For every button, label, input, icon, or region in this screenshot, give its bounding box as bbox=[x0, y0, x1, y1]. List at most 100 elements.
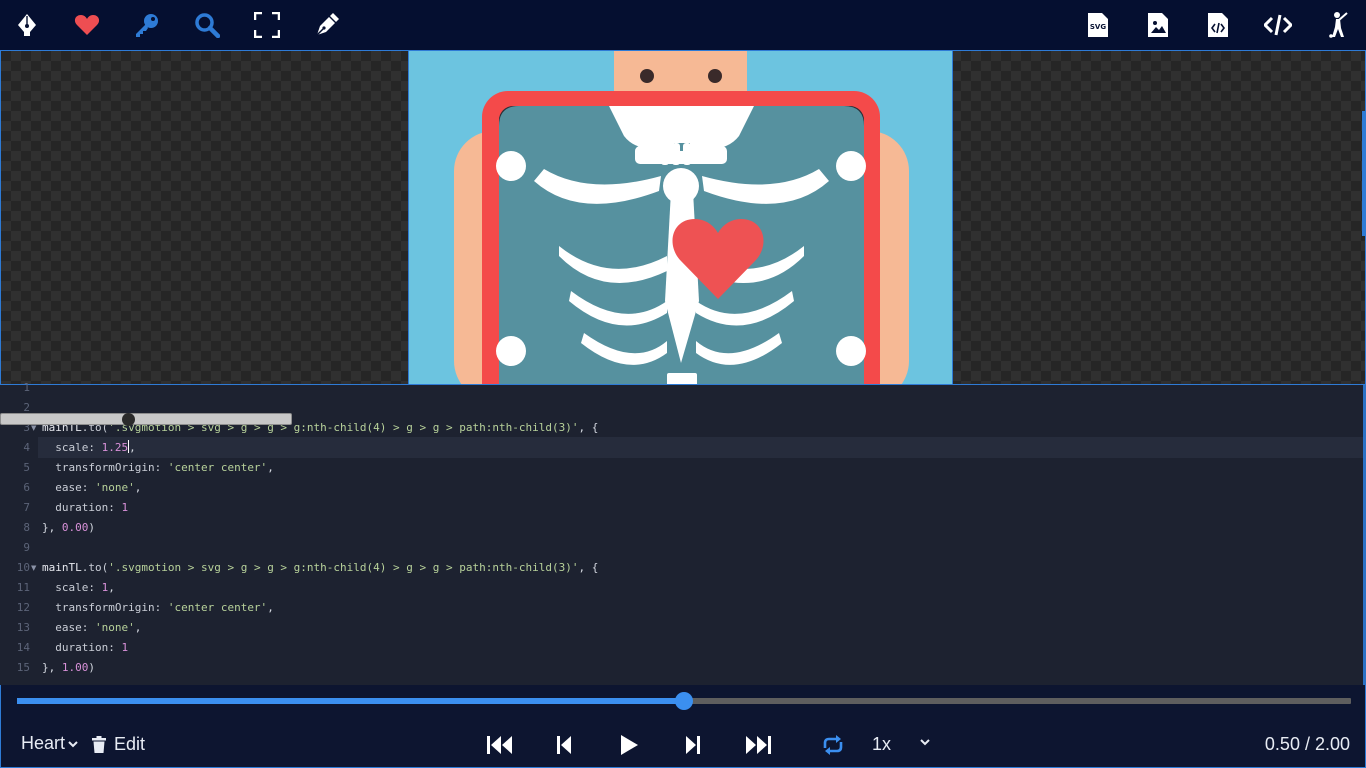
skip-end-button[interactable] bbox=[743, 732, 773, 758]
code-token: , bbox=[134, 621, 142, 634]
code-line-12[interactable]: transformOrigin: 'center center', bbox=[42, 598, 274, 618]
code-token: , bbox=[267, 461, 274, 474]
active-line-highlight bbox=[38, 437, 1364, 458]
step-back-button[interactable] bbox=[549, 732, 579, 758]
scrollbar-thumb[interactable] bbox=[122, 413, 135, 426]
code-token: '.svgmotion > svg > g > g > g:nth-child(… bbox=[108, 561, 579, 574]
code-line-5[interactable]: transformOrigin: 'center center', bbox=[42, 458, 274, 478]
code-token: 'none' bbox=[94, 621, 135, 634]
top-toolbar: SVG bbox=[0, 0, 1366, 50]
code-token: , { bbox=[578, 561, 599, 574]
code-token: 0.00 bbox=[61, 521, 89, 534]
step-forward-button[interactable] bbox=[678, 732, 708, 758]
svg-file-icon[interactable]: SVG bbox=[1081, 8, 1115, 42]
code-token: , bbox=[267, 601, 274, 614]
code-line-7[interactable]: duration: 1 bbox=[42, 498, 128, 518]
svg-badge-text: SVG bbox=[1090, 23, 1106, 31]
code-token: , bbox=[134, 481, 142, 494]
code-line-8[interactable]: }, 0.00) bbox=[42, 518, 95, 538]
step-back-icon bbox=[557, 736, 571, 754]
skip-start-button[interactable] bbox=[485, 732, 515, 758]
line-number: 13 bbox=[16, 621, 30, 634]
line-number: 12 bbox=[16, 601, 30, 614]
code-token: duration: bbox=[42, 641, 122, 654]
animation-select[interactable]: Heart bbox=[21, 733, 78, 754]
code-token: transformOrigin: bbox=[42, 461, 168, 474]
code-token: 'none' bbox=[94, 481, 135, 494]
image-file-icon[interactable] bbox=[1141, 8, 1175, 42]
code-token: ) bbox=[88, 661, 95, 674]
code-token: transformOrigin: bbox=[42, 601, 168, 614]
code-token: scale: bbox=[42, 441, 102, 454]
code-token: ) bbox=[88, 521, 95, 534]
expand-icon[interactable] bbox=[250, 8, 284, 42]
timeline-track[interactable] bbox=[17, 692, 1351, 710]
line-number: 4 bbox=[23, 441, 30, 454]
stage-scrollbar[interactable] bbox=[1362, 111, 1365, 236]
code-line-15[interactable]: }, 1.00) bbox=[42, 658, 95, 678]
key-icon[interactable] bbox=[130, 8, 164, 42]
line-number: 9 bbox=[23, 541, 30, 554]
code-token: .to( bbox=[81, 561, 109, 574]
step-forward-icon bbox=[686, 736, 700, 754]
timeline-scrubber[interactable] bbox=[675, 692, 693, 710]
play-button[interactable] bbox=[614, 732, 644, 758]
code-line-10[interactable]: mainTL.to('.svgmotion > svg > g > g > g:… bbox=[42, 558, 598, 578]
trash-icon bbox=[92, 736, 106, 753]
code-token: , bbox=[108, 581, 115, 594]
code-editor[interactable]: 1 2 3 ▼ 4 5 6 7 8 9 10 ▼ 11 12 13 14 15 … bbox=[0, 381, 1366, 685]
app-root: SVG 1 2 3 ▼ 4 5 6 7 8 9 10 ▼ 11 12 13 14… bbox=[0, 0, 1366, 768]
line-number: 8 bbox=[23, 521, 30, 534]
code-token: ease: bbox=[42, 481, 95, 494]
line-number: 14 bbox=[16, 641, 30, 654]
pen-nib-icon[interactable] bbox=[10, 8, 44, 42]
chevron-down-icon bbox=[68, 740, 78, 747]
code-token: 'center center' bbox=[167, 601, 268, 614]
code-token: }, bbox=[42, 521, 62, 534]
code-line-6[interactable]: ease: 'none', bbox=[42, 478, 141, 498]
loop-toggle[interactable] bbox=[818, 732, 848, 758]
heart-icon[interactable] bbox=[70, 8, 104, 42]
line-number: 11 bbox=[16, 581, 30, 594]
line-number: 6 bbox=[23, 481, 30, 494]
code-token: , bbox=[129, 441, 136, 454]
horizontal-scrollbar[interactable] bbox=[0, 413, 292, 426]
play-icon bbox=[621, 735, 638, 755]
code-file-icon[interactable] bbox=[1201, 8, 1235, 42]
speed-select[interactable]: 1x bbox=[872, 734, 891, 755]
code-line-11[interactable]: scale: 1, bbox=[42, 578, 115, 598]
code-token: 1 bbox=[121, 641, 129, 654]
animation-name: Heart bbox=[21, 733, 66, 753]
code-token: , { bbox=[578, 421, 599, 434]
golfer-icon[interactable] bbox=[1321, 8, 1355, 42]
code-token: ease: bbox=[42, 621, 95, 634]
code-line-13[interactable]: ease: 'none', bbox=[42, 618, 141, 638]
time-display: 0.50 / 2.00 bbox=[1264, 734, 1350, 754]
code-token: }, bbox=[42, 661, 62, 674]
line-number: 10 bbox=[16, 561, 30, 574]
timeline-panel: Heart Edit 1x 0.50 / 2.00 bbox=[0, 685, 1366, 768]
code-token: scale: bbox=[42, 581, 102, 594]
skip-end-icon bbox=[746, 736, 771, 754]
code-token: 1.25 bbox=[101, 441, 129, 454]
edit-label: Edit bbox=[114, 734, 146, 754]
line-number: 7 bbox=[23, 501, 30, 514]
loop-icon bbox=[823, 735, 843, 755]
pen-edit-icon[interactable] bbox=[310, 8, 344, 42]
code-line-4[interactable]: scale: 1.25, bbox=[42, 438, 136, 458]
chevron-down-icon[interactable] bbox=[919, 738, 931, 747]
skip-start-icon bbox=[487, 736, 512, 754]
line-number: 15 bbox=[16, 661, 30, 674]
search-icon[interactable] bbox=[190, 8, 224, 42]
code-token: mainTL bbox=[42, 561, 82, 574]
code-icon[interactable] bbox=[1261, 8, 1295, 42]
timeline-progress bbox=[17, 698, 684, 704]
xray-illustration bbox=[409, 51, 952, 384]
code-line-14[interactable]: duration: 1 bbox=[42, 638, 128, 658]
fold-arrow-icon[interactable]: ▼ bbox=[31, 558, 36, 578]
line-number: 1 bbox=[23, 381, 30, 394]
code-token: duration: bbox=[42, 501, 122, 514]
code-token: 1 bbox=[121, 501, 129, 514]
edit-button[interactable]: Edit bbox=[92, 734, 145, 755]
svg-artboard[interactable] bbox=[408, 51, 953, 384]
